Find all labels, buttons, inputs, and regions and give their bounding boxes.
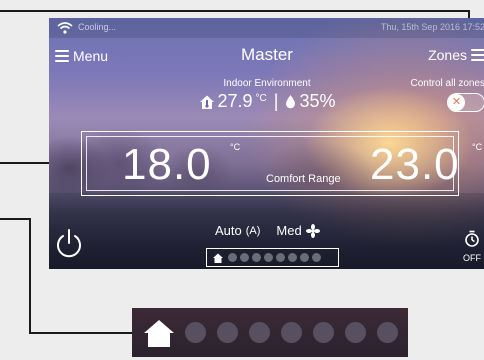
comfort-high-temperature[interactable]: 23.0 xyxy=(370,140,460,190)
page-indicator xyxy=(206,248,339,267)
page-dot xyxy=(217,322,238,343)
comfort-low-unit: °C xyxy=(230,142,241,152)
timer-icon xyxy=(465,230,479,247)
zones-label: Zones xyxy=(428,47,467,63)
page-dot[interactable] xyxy=(312,253,321,262)
fan-speed-label[interactable]: Med xyxy=(276,223,301,238)
home-icon[interactable] xyxy=(213,253,223,263)
status-text: Cooling... xyxy=(78,22,117,32)
annotated-screenshot: Cooling... Thu, 15th Sep 2016 17:52 Menu… xyxy=(0,0,484,360)
humidity-drop-icon xyxy=(286,95,296,109)
zones-button[interactable]: Zones xyxy=(428,47,484,63)
mode-label[interactable]: Auto xyxy=(215,223,242,238)
thermostat-screen: Cooling... Thu, 15th Sep 2016 17:52 Menu… xyxy=(49,18,484,269)
control-all-zones-toggle[interactable]: ✕ xyxy=(447,93,484,112)
page-dot[interactable] xyxy=(276,253,285,262)
page-dot xyxy=(313,322,334,343)
control-all-zones-label: Control all zones xyxy=(410,78,484,89)
page-indicator-zoom xyxy=(132,308,408,357)
date-time: Thu, 15th Sep 2016 17:52 xyxy=(380,22,484,32)
power-icon[interactable] xyxy=(54,226,84,260)
hamburger-icon xyxy=(471,49,484,61)
page-title: Master xyxy=(241,45,293,64)
page-dot xyxy=(345,322,366,343)
callout-line-bottom-h2 xyxy=(29,332,133,334)
page-dot[interactable] xyxy=(300,253,309,262)
page-dot xyxy=(377,322,398,343)
wifi-icon xyxy=(57,22,73,34)
reading-separator: | xyxy=(273,91,279,111)
home-icon xyxy=(144,319,174,347)
callout-line-bottom-v xyxy=(29,218,31,334)
fan-icon[interactable] xyxy=(305,223,320,238)
comfort-low-temperature[interactable]: 18.0 xyxy=(122,140,212,190)
indoor-temp-unit: °C xyxy=(255,93,267,104)
callout-line-top xyxy=(0,10,470,12)
close-icon: ✕ xyxy=(448,94,465,111)
indoor-humidity: 35% xyxy=(299,91,336,111)
page-dot[interactable] xyxy=(264,253,273,262)
page-dot xyxy=(249,322,270,343)
page-dot xyxy=(281,322,302,343)
page-dot[interactable] xyxy=(228,253,237,262)
house-thermometer-icon xyxy=(199,95,214,109)
auto-mode-icon[interactable]: (A) xyxy=(246,225,261,237)
callout-line-bottom-h1 xyxy=(0,218,30,220)
comfort-range-label: Comfort Range xyxy=(266,173,341,185)
timer-label: OFF xyxy=(463,253,481,263)
timer-button[interactable]: OFF xyxy=(460,230,484,263)
comfort-range-panel: 18.0 °C Comfort Range 23.0 °C xyxy=(81,131,482,196)
page-dot[interactable] xyxy=(252,253,261,262)
page-dot[interactable] xyxy=(240,253,249,262)
indoor-temperature: 27.9 xyxy=(217,91,253,111)
mode-row: Auto (A) Med xyxy=(215,223,320,238)
comfort-high-unit: °C xyxy=(472,142,483,152)
page-dot xyxy=(185,322,206,343)
indoor-readings: 27.9 °C | 35% xyxy=(49,91,484,112)
status-bar: Cooling... Thu, 15th Sep 2016 17:52 xyxy=(49,18,484,38)
page-dot[interactable] xyxy=(288,253,297,262)
